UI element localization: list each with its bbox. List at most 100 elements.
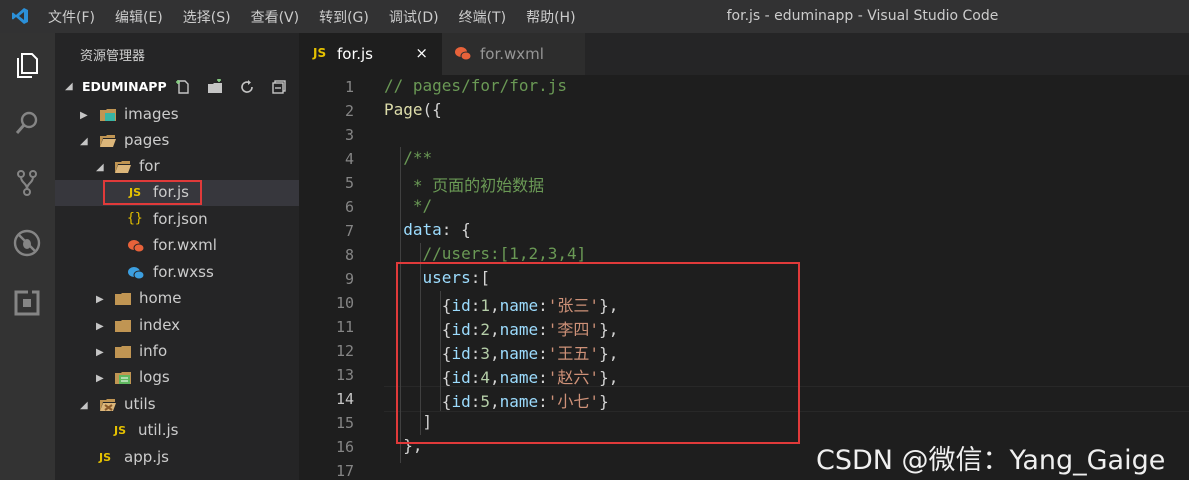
code-line: * 页面的初始数据 xyxy=(384,176,545,195)
line-number: 2 xyxy=(344,102,354,120)
tab-for-wxml[interactable]: for.wxml xyxy=(442,33,585,75)
line-number: 3 xyxy=(344,126,354,144)
line-number: 17 xyxy=(335,462,354,480)
line-number: 8 xyxy=(344,246,354,264)
tree-item-label: index xyxy=(139,316,181,334)
debug-icon[interactable] xyxy=(9,225,45,261)
line-number: 11 xyxy=(335,318,354,336)
wechat-style-icon xyxy=(128,267,145,280)
line-number: 16 xyxy=(335,438,354,456)
tree-item-info[interactable]: ▶ info xyxy=(55,339,299,365)
close-icon[interactable]: × xyxy=(415,44,428,62)
tree-item-label: images xyxy=(124,105,179,123)
js-file-icon: JS xyxy=(313,46,327,60)
tree-item-for-wxml[interactable]: for.wxml xyxy=(55,233,299,259)
workspace-section-header[interactable]: ◢ EDUMINAPP xyxy=(55,73,299,101)
tree-item-app-js[interactable]: JS app.js xyxy=(55,445,299,471)
chevron-down-icon: ◢ xyxy=(80,400,88,411)
code-line: // pages/for/for.js xyxy=(384,76,568,95)
menu-debug[interactable]: 调试(D) xyxy=(389,7,439,27)
watermark: CSDN @微信：Yang_Gaige xyxy=(816,445,1166,476)
editor-tabs: JS for.js × for.wxml xyxy=(299,33,1189,75)
code-line: //users:[1,2,3,4] xyxy=(384,244,587,263)
utils-folder-icon xyxy=(100,399,116,411)
chevron-down-icon: ◢ xyxy=(80,136,88,147)
js-file-icon: JS xyxy=(99,451,112,464)
tree-item-label: for.json xyxy=(153,210,208,228)
tree-item-logs[interactable]: ▶ logs xyxy=(55,365,299,391)
folder-open-icon xyxy=(100,135,116,147)
line-number: 10 xyxy=(335,294,354,312)
tree-item-utils[interactable]: ◢ utils xyxy=(55,392,299,418)
line-number: 15 xyxy=(335,414,354,432)
code-line: */ xyxy=(384,196,433,215)
activity-bar xyxy=(0,33,55,480)
menu-selection[interactable]: 选择(S) xyxy=(183,7,231,27)
tree-item-label: for xyxy=(139,157,160,175)
chevron-right-icon: ▶ xyxy=(96,373,104,384)
highlight-box-code xyxy=(396,262,800,444)
code-line: data: { xyxy=(403,220,471,239)
wechat-file-icon xyxy=(455,47,472,61)
chevron-right-icon: ▶ xyxy=(80,110,88,121)
line-number: 5 xyxy=(344,174,354,192)
explorer-title: 资源管理器 xyxy=(80,49,146,64)
title-bar: 文件(F) 编辑(E) 选择(S) 查看(V) 转到(G) 调试(D) 终端(T… xyxy=(0,0,1189,33)
js-file-icon: JS xyxy=(114,424,127,437)
menu-view[interactable]: 查看(V) xyxy=(251,7,300,27)
tree-item-images[interactable]: ▶ images xyxy=(55,102,299,128)
logs-folder-icon xyxy=(115,372,131,384)
tree-item-for-json[interactable]: {} for.json xyxy=(55,207,299,233)
chevron-down-icon: ◢ xyxy=(96,162,104,173)
image-folder-icon xyxy=(100,109,116,121)
new-folder-icon[interactable] xyxy=(205,77,225,97)
line-number: 4 xyxy=(344,150,354,168)
source-control-icon[interactable] xyxy=(9,165,45,201)
extensions-icon[interactable] xyxy=(9,285,45,321)
collapse-icon[interactable] xyxy=(269,77,289,97)
files-icon[interactable] xyxy=(9,47,45,83)
line-number: 6 xyxy=(344,198,354,216)
folder-icon xyxy=(115,293,131,305)
code-line: Page({ xyxy=(384,100,442,119)
menu-bar: 文件(F) 编辑(E) 选择(S) 查看(V) 转到(G) 调试(D) 终端(T… xyxy=(38,0,586,33)
tree-item-index[interactable]: ▶ index xyxy=(55,313,299,339)
line-number: 9 xyxy=(344,270,354,288)
chevron-down-icon: ◢ xyxy=(65,81,73,92)
tree-item-util-js[interactable]: JS util.js xyxy=(55,418,299,444)
menu-help[interactable]: 帮助(H) xyxy=(526,7,575,27)
folder-open-icon xyxy=(115,161,131,173)
json-file-icon: {} xyxy=(127,211,143,226)
folder-icon xyxy=(115,320,131,332)
menu-terminal[interactable]: 终端(T) xyxy=(459,7,506,27)
tab-label: for.wxml xyxy=(480,45,544,63)
tree-item-pages[interactable]: ◢ pages xyxy=(55,128,299,154)
line-number: 12 xyxy=(335,342,354,360)
code-line: /** xyxy=(384,148,433,167)
tree-item-label: util.js xyxy=(138,421,179,439)
folder-icon xyxy=(115,346,131,358)
new-file-icon[interactable] xyxy=(173,77,193,97)
tree-item-home[interactable]: ▶ home xyxy=(55,286,299,312)
menu-edit[interactable]: 编辑(E) xyxy=(115,7,163,27)
menu-file[interactable]: 文件(F) xyxy=(48,7,95,27)
chevron-right-icon: ▶ xyxy=(96,347,104,358)
wechat-file-icon xyxy=(128,240,145,253)
tree-item-label: for.wxss xyxy=(153,263,214,281)
workspace-name: EDUMINAPP xyxy=(82,79,167,94)
line-number: 13 xyxy=(335,366,354,384)
tab-for-js[interactable]: JS for.js × xyxy=(299,33,442,75)
tree-item-label: pages xyxy=(124,131,170,149)
tree-item-for-wxss[interactable]: for.wxss xyxy=(55,260,299,286)
chevron-right-icon: ▶ xyxy=(96,294,104,305)
search-icon[interactable] xyxy=(9,105,45,141)
tree-item-label: info xyxy=(139,342,168,360)
menu-go[interactable]: 转到(G) xyxy=(319,7,369,27)
vscode-logo-icon xyxy=(12,8,28,24)
refresh-icon[interactable] xyxy=(237,77,257,97)
tree-item-label: logs xyxy=(139,368,170,386)
tree-item-label: for.wxml xyxy=(153,236,217,254)
highlight-box-sidebar xyxy=(103,180,202,205)
chevron-right-icon: ▶ xyxy=(96,321,104,332)
tree-item-for[interactable]: ◢ for xyxy=(55,154,299,180)
